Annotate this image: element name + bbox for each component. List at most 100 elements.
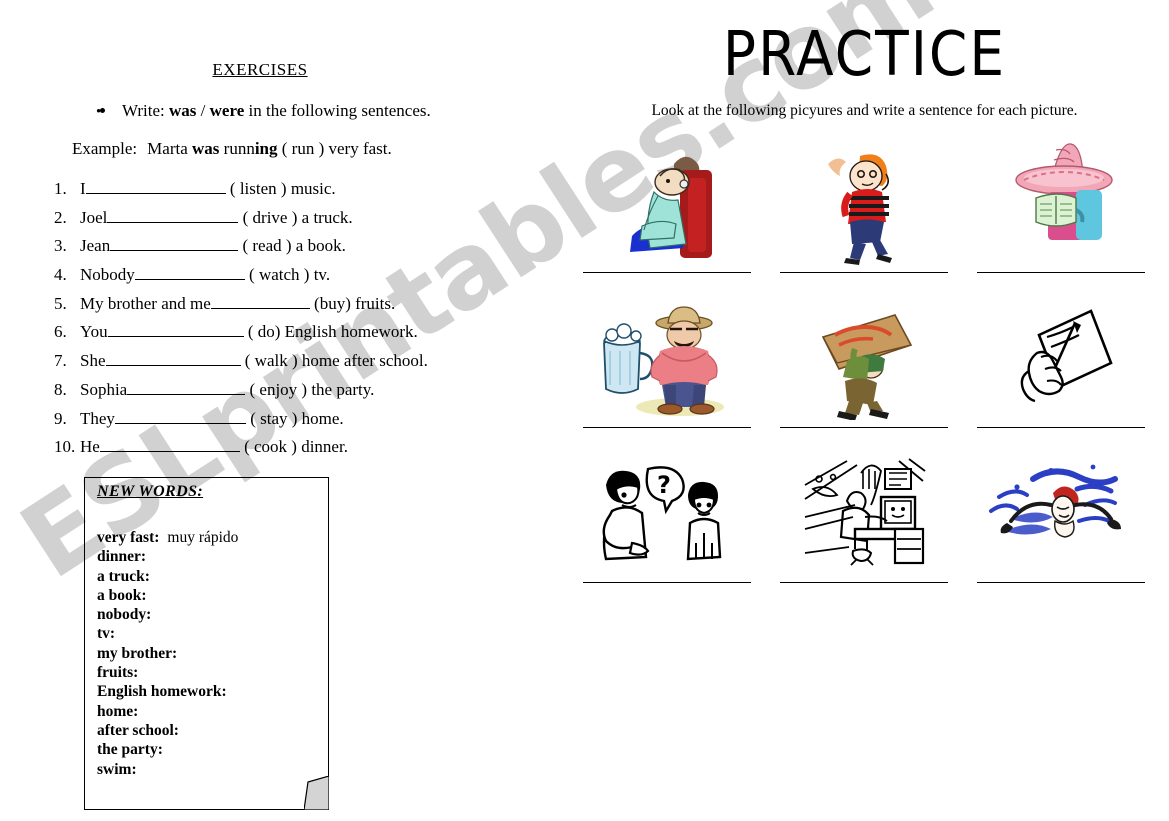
new-word-item: home:: [97, 702, 322, 721]
sentence-tail: ( cook ) dinner.: [239, 437, 348, 457]
sentence-number: 1.: [54, 179, 67, 198]
picture-answer-line[interactable]: [976, 427, 1145, 428]
person-at-computer-desk-icon: [765, 442, 962, 582]
sentence-subject: Joel: [80, 207, 108, 227]
sentence-row: 9. They ( stay ) home.: [54, 407, 524, 436]
page-artifact-dot: [100, 108, 105, 113]
sentence-number: 3.: [54, 236, 67, 256]
new-word-term: my brother:: [97, 644, 178, 662]
sentence-row: 5. My brother and me (buy) fruits.: [54, 292, 524, 321]
sentence-tail: ( do) English homework.: [243, 322, 418, 342]
sentence-subject: You: [80, 322, 108, 342]
picture-row: [560, 287, 1169, 428]
exercises-heading: EXERCISES: [212, 60, 308, 79]
exercises-column: EXERCISES • Write: was / were in the foll…: [0, 0, 560, 821]
practice-subtitle: Look at the following picyures and write…: [651, 102, 1078, 119]
page-fold-icon: [304, 776, 329, 810]
picture-cell: [962, 287, 1159, 428]
picture-row: [560, 132, 1169, 273]
new-words-title: NEW WORDS:: [97, 483, 204, 500]
picture-answer-line[interactable]: [582, 582, 751, 583]
sentence-subject: She: [80, 351, 106, 371]
picture-grid: ?: [560, 132, 1169, 597]
sentence-row: 7. She ( walk ) home after school.: [54, 349, 524, 378]
new-word-item: a truck:: [97, 567, 322, 586]
new-word-term: English homework:: [97, 683, 227, 701]
answer-blank[interactable]: [105, 349, 241, 367]
new-word-item: the party:: [97, 740, 322, 759]
sentence-row: 2. Joel ( drive ) a truck.: [54, 206, 524, 235]
example-bold-was: was: [192, 139, 220, 158]
new-word-item: my brother:: [97, 644, 322, 663]
new-word-term: nobody:: [97, 606, 152, 624]
man-with-beer-mug-icon: [568, 287, 765, 427]
sentence-subject: My brother and me: [80, 293, 211, 313]
picture-cell: [568, 287, 765, 428]
worksheet-page: ESLprintables.com EXERCISES • Write: was …: [0, 0, 1169, 821]
picture-answer-line[interactable]: [582, 272, 751, 273]
picture-answer-line[interactable]: [779, 427, 948, 428]
boy-walking-with-headphones-icon: [765, 132, 962, 272]
new-word-item: tv:: [97, 624, 322, 643]
new-word-term: a book:: [97, 586, 147, 604]
new-word-term: very fast:: [97, 529, 160, 546]
new-word-term: swim:: [97, 760, 137, 778]
answer-blank[interactable]: [127, 378, 246, 395]
sentence-row: 4. Nobody ( watch ) tv.: [54, 263, 524, 292]
sentence-number: 10.: [54, 437, 76, 457]
sentence-tail: ( listen ) music.: [225, 179, 336, 198]
example-mid: runn: [219, 139, 255, 158]
sentence-row: 6. You ( do) English homework.: [54, 320, 524, 349]
sentence-number: 8.: [54, 379, 67, 399]
row-spacer: [560, 583, 1169, 597]
answer-blank[interactable]: [210, 292, 310, 309]
answer-blank[interactable]: [107, 320, 244, 338]
sentence-row: 3. Jean ( read ) a book.: [54, 234, 524, 263]
answer-blank[interactable]: [110, 234, 239, 252]
answer-blank[interactable]: [99, 435, 240, 453]
answer-blank[interactable]: [107, 206, 239, 223]
new-word-term: the party:: [97, 741, 163, 759]
sentence-tail: ( watch ) tv.: [244, 265, 331, 285]
instruction-bold-were: were: [209, 101, 245, 120]
answer-blank[interactable]: [134, 263, 245, 281]
sentence-number: 4.: [54, 265, 67, 285]
picture-answer-line[interactable]: [779, 582, 948, 583]
two-people-talking-question-icon: ?: [568, 442, 765, 582]
sentence-row: 10. He ( cook ) dinner.: [54, 435, 524, 464]
sentence-row: 1. I ( listen ) music.: [54, 177, 524, 206]
example-suffix: ( run ) very fast.: [277, 139, 392, 158]
answer-blank[interactable]: [85, 177, 226, 194]
instruction-suffix: in the following sentences.: [244, 101, 431, 120]
sentence-number: 6.: [54, 322, 67, 342]
sentence-subject: Sophia: [80, 379, 128, 399]
svg-text:?: ?: [657, 471, 671, 499]
example-bold-ing: ing: [254, 139, 278, 158]
instruction-prefix: Write:: [122, 101, 169, 120]
new-word-item: swim:: [97, 760, 322, 779]
picture-answer-line[interactable]: [582, 427, 751, 428]
picture-cell: [765, 442, 962, 583]
hand-writing-on-paper-icon: [962, 287, 1159, 427]
row-spacer: [560, 428, 1169, 442]
new-word-term: fruits:: [97, 664, 139, 682]
sentence-row: 8. Sophia ( enjoy ) the party.: [54, 378, 524, 407]
example-subject: Marta: [147, 139, 192, 158]
instruction-bold-was: was: [169, 101, 197, 120]
person-listening-music-in-chair-icon: [568, 132, 765, 272]
picture-answer-line[interactable]: [779, 272, 948, 273]
new-word-term: home:: [97, 702, 139, 720]
sentence-number: 9.: [54, 408, 67, 428]
picture-answer-line[interactable]: [976, 582, 1145, 583]
sentence-subject: They: [80, 408, 115, 428]
sentence-number: 5.: [54, 293, 67, 313]
sentence-tail: ( walk ) home after school.: [240, 351, 428, 371]
new-word-item: dinner:: [97, 547, 322, 566]
row-spacer: [560, 273, 1169, 287]
picture-answer-line[interactable]: [976, 272, 1145, 273]
new-words-list: very fast: muy rápido dinner: a truck: a boo…: [97, 528, 322, 779]
answer-blank[interactable]: [114, 407, 246, 424]
picture-cell: [962, 132, 1159, 273]
sentence-tail: ( drive ) a truck.: [238, 207, 353, 227]
practice-column: PRACTICE Look at the following picyures …: [560, 0, 1169, 821]
